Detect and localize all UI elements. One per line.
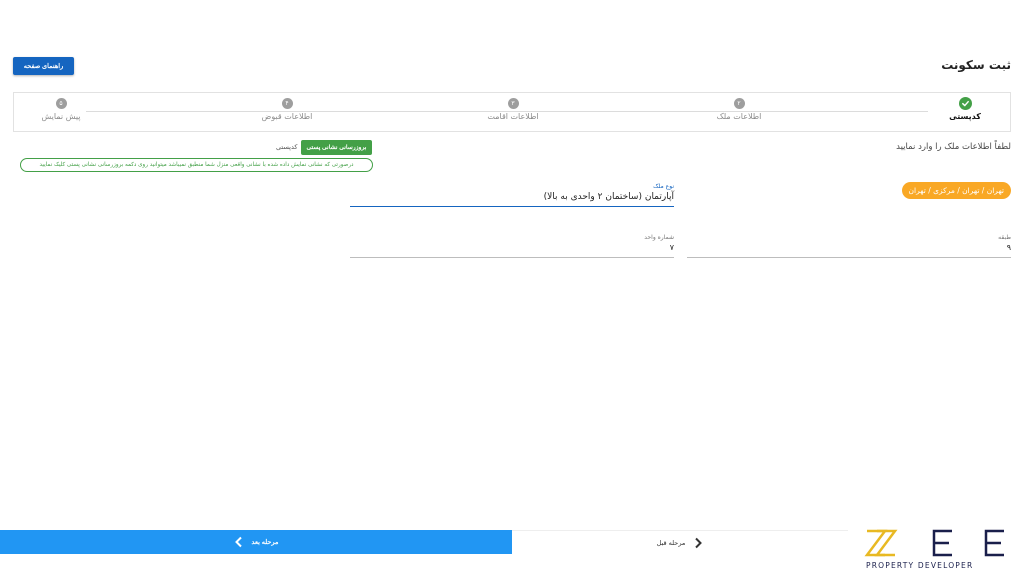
step-label: اطلاعات اقامت: [487, 112, 539, 121]
location-chip: تهران / تهران / مرکزی / تهران: [901, 182, 1011, 199]
next-step-label: مرحله بعد: [251, 539, 279, 546]
step-postal-code[interactable]: کدپستی: [915, 97, 1015, 121]
step-number: ۴: [281, 98, 293, 109]
property-type-field[interactable]: نوع ملک آپارتمان (ساختمان ۲ واحدی به بال…: [350, 183, 674, 207]
step-number: ۳: [507, 98, 519, 109]
step-label: پیش نمایش: [41, 112, 81, 121]
unit-number-value: ۷: [669, 243, 674, 252]
prev-step-button[interactable]: مرحله قبل: [512, 530, 848, 554]
step-preview[interactable]: ۵ پیش نمایش: [11, 98, 111, 121]
step-bills-info[interactable]: ۴ اطلاعات قبوض: [237, 98, 337, 121]
floor-value: ۹: [1006, 243, 1011, 252]
step-label: کدپستی: [949, 112, 981, 121]
step-label: اطلاعات قبوض: [261, 112, 313, 121]
chevron-right-icon: [695, 537, 703, 548]
step-number: ۲: [733, 98, 745, 109]
unit-number-field[interactable]: شماره واحد ۷: [350, 234, 674, 258]
page-title: ثبت سکونت: [941, 58, 1011, 72]
property-type-label: نوع ملک: [653, 183, 674, 190]
address-notice: درصورتی که نشانی نمایش داده شده با نشانی…: [20, 158, 373, 172]
stepper: کدپستی ۲ اطلاعات ملک ۳ اطلاعات اقامت ۴ ا…: [13, 92, 1011, 132]
unit-number-label: شماره واحد: [644, 234, 674, 241]
next-step-button[interactable]: مرحله بعد: [0, 530, 512, 554]
instruction-text: لطفاً اطلاعات ملک را وارد نمایید: [896, 142, 1011, 152]
step-number: ۵: [55, 98, 67, 109]
property-type-value: آپارتمان (ساختمان ۲ واحدی به بالا): [543, 192, 674, 202]
floor-label: طبقه: [998, 234, 1011, 241]
floor-field[interactable]: طبقه ۹: [687, 234, 1011, 258]
check-icon: [958, 97, 972, 110]
logo-tagline: PROPERTY DEVELOPER: [866, 561, 974, 570]
step-label: اطلاعات ملک: [716, 112, 762, 121]
step-property-info[interactable]: ۲ اطلاعات ملک: [689, 98, 789, 121]
postal-code-label: کدپستی: [276, 143, 298, 151]
chevron-left-icon: [234, 536, 242, 548]
step-residence-info[interactable]: ۳ اطلاعات اقامت: [463, 98, 563, 121]
update-address-button[interactable]: بروزرسانی نشانی پستی: [301, 140, 372, 155]
page-guide-button[interactable]: راهنمای صفحه: [13, 57, 74, 75]
prev-step-label: مرحله قبل: [656, 538, 686, 547]
